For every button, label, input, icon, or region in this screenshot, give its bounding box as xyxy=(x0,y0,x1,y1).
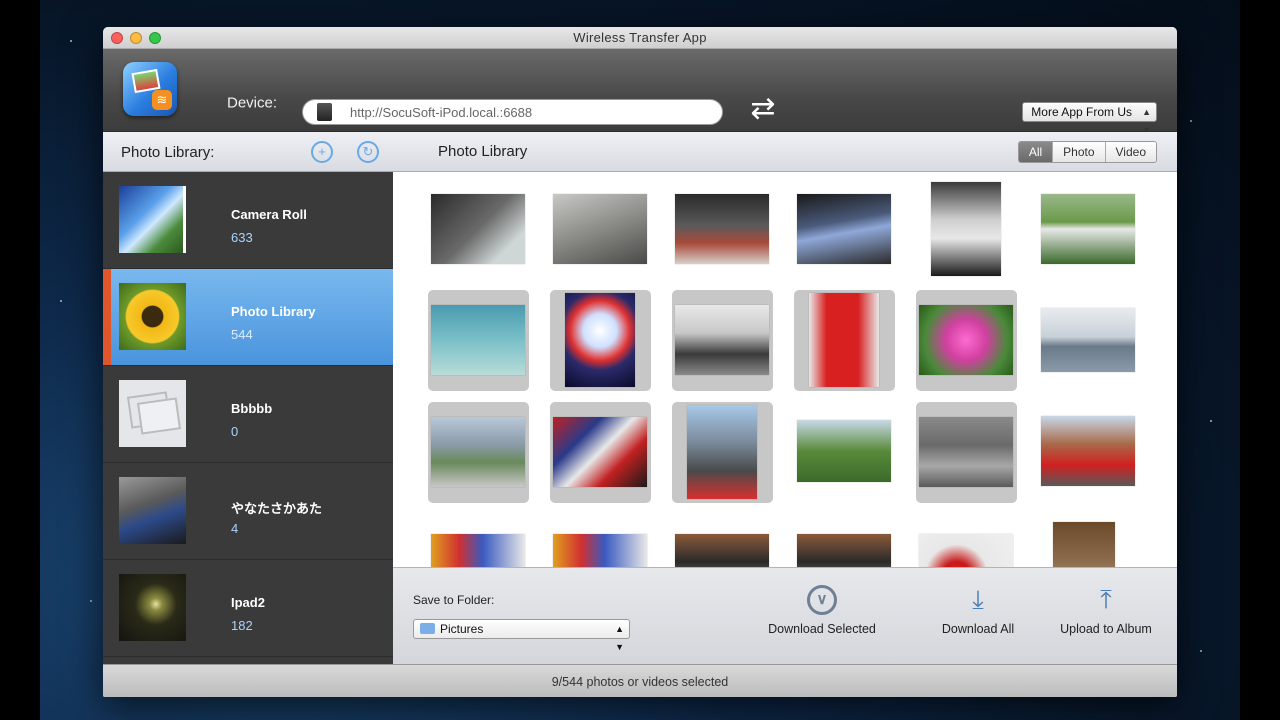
photo-item-selected[interactable] xyxy=(550,290,651,391)
folder-icon xyxy=(420,623,435,634)
photo-item[interactable] xyxy=(428,516,529,567)
add-album-icon[interactable]: + xyxy=(311,141,333,163)
upload-label: Upload to Album xyxy=(1060,622,1152,636)
photo-item-selected[interactable] xyxy=(428,290,529,391)
status-bar: 9/544 photos or videos selected xyxy=(103,664,1177,697)
album-count: 182 xyxy=(231,618,253,633)
zoom-button[interactable] xyxy=(149,32,161,44)
filter-all[interactable]: All xyxy=(1018,142,1053,162)
photo-item-selected[interactable] xyxy=(916,402,1017,503)
download-tray-icon: ⤓ xyxy=(972,584,984,614)
photo-item[interactable] xyxy=(794,176,895,277)
ipod-icon xyxy=(317,103,332,121)
download-circle-icon: ∨ xyxy=(807,585,837,615)
minimize-button[interactable] xyxy=(130,32,142,44)
album-photo-library[interactable]: Photo Library 544 xyxy=(103,269,393,366)
photo-item[interactable] xyxy=(672,176,773,277)
photo-item[interactable] xyxy=(550,176,651,277)
title-bar: Wireless Transfer App xyxy=(103,27,1177,49)
window-title: Wireless Transfer App xyxy=(573,30,707,45)
folder-select[interactable]: Pictures ▲ ▼ xyxy=(413,619,630,652)
album-name: やなたさかあた xyxy=(231,501,323,516)
download-all-label: Download All xyxy=(941,622,1015,636)
toolbar: ≋ Device: http://SocuSoft-iPod.local.:66… xyxy=(103,49,1177,135)
sidebar-header: Photo Library: + ↻ xyxy=(103,132,393,172)
album-name: Camera Roll xyxy=(231,207,307,222)
app-logo-icon: ≋ xyxy=(123,62,177,116)
device-label: Device: xyxy=(227,94,278,112)
upload-tray-icon: ⤒ xyxy=(1100,584,1112,614)
close-button[interactable] xyxy=(111,32,123,44)
photo-item-selected[interactable] xyxy=(672,402,773,503)
album-count: 544 xyxy=(231,327,253,342)
refresh-icon[interactable]: ↻ xyxy=(357,141,379,163)
album-thumbnail xyxy=(119,186,186,253)
save-to-folder-label: Save to Folder: xyxy=(413,593,495,607)
photo-item-selected[interactable] xyxy=(916,290,1017,391)
device-url-text: http://SocuSoft-iPod.local.:6688 xyxy=(350,104,533,120)
sidebar: Photo Library: + ↻ Camera Roll 633 Photo… xyxy=(103,132,393,664)
photo-item[interactable] xyxy=(1038,290,1139,391)
photo-item[interactable] xyxy=(794,516,895,567)
photo-item[interactable] xyxy=(1038,402,1139,503)
content-header: Photo Library All Photo Video xyxy=(393,132,1177,172)
download-selected-button[interactable]: ∨ Download Selected xyxy=(763,582,881,636)
photo-item[interactable] xyxy=(672,516,773,567)
filter-segmented-control: All Photo Video xyxy=(1017,141,1157,163)
photo-item[interactable] xyxy=(428,176,529,277)
album-count: 4 xyxy=(231,521,239,536)
album-thumbnail xyxy=(119,380,186,447)
album-bbbbb[interactable]: Bbbbb 0 xyxy=(103,366,393,463)
photo-item-selected[interactable] xyxy=(672,290,773,391)
app-window: Wireless Transfer App ≋ Device: http://S… xyxy=(103,27,1177,697)
more-app-dropdown[interactable]: More App From Us ▲ ▼ xyxy=(1022,102,1157,135)
filter-photo[interactable]: Photo xyxy=(1052,142,1105,162)
sync-refresh-icon[interactable]: ⇄ xyxy=(747,93,779,125)
album-camera-roll[interactable]: Camera Roll 633 xyxy=(103,172,393,269)
photo-item[interactable] xyxy=(916,176,1017,277)
photo-grid xyxy=(393,172,1177,567)
album-thumbnail xyxy=(119,283,186,350)
album-japanese[interactable]: やなたさかあた 4 xyxy=(103,463,393,560)
upload-to-album-button[interactable]: ⤒ Upload to Album xyxy=(1051,582,1161,636)
album-thumbnail xyxy=(119,574,186,641)
content-title: Photo Library xyxy=(438,143,528,160)
folder-value: Pictures xyxy=(440,622,484,636)
album-name: Photo Library xyxy=(231,304,316,319)
photo-item[interactable] xyxy=(916,516,1017,567)
content-panel: Photo Library All Photo Video Save to Fo… xyxy=(393,132,1177,664)
photo-item-selected[interactable] xyxy=(428,402,529,503)
updown-arrow-icon: ▲ ▼ xyxy=(615,624,624,652)
album-ipad2[interactable]: Ipad2 182 xyxy=(103,560,393,657)
photo-item-selected[interactable] xyxy=(794,290,895,391)
more-app-label: More App From Us xyxy=(1031,105,1132,119)
bottom-panel: Save to Folder: Pictures ▲ ▼ ∨ Download S… xyxy=(393,567,1177,664)
photo-item[interactable] xyxy=(550,516,651,567)
album-name: Bbbbb xyxy=(231,401,273,416)
download-selected-label: Download Selected xyxy=(768,622,876,636)
photo-item-selected[interactable] xyxy=(550,402,651,503)
download-all-button[interactable]: ⤓ Download All xyxy=(933,582,1023,636)
photo-item[interactable] xyxy=(794,402,895,503)
photo-item[interactable] xyxy=(1038,176,1139,277)
album-name: Ipad2 xyxy=(231,595,265,610)
device-url-field[interactable]: http://SocuSoft-iPod.local.:6688 xyxy=(302,99,723,125)
selection-status: 9/544 photos or videos selected xyxy=(551,675,729,689)
album-count: 633 xyxy=(231,230,253,245)
album-thumbnail xyxy=(119,477,186,544)
filter-video[interactable]: Video xyxy=(1104,142,1156,162)
photo-item[interactable] xyxy=(1038,516,1139,567)
album-count: 0 xyxy=(231,424,239,439)
sidebar-title: Photo Library: xyxy=(121,144,215,161)
